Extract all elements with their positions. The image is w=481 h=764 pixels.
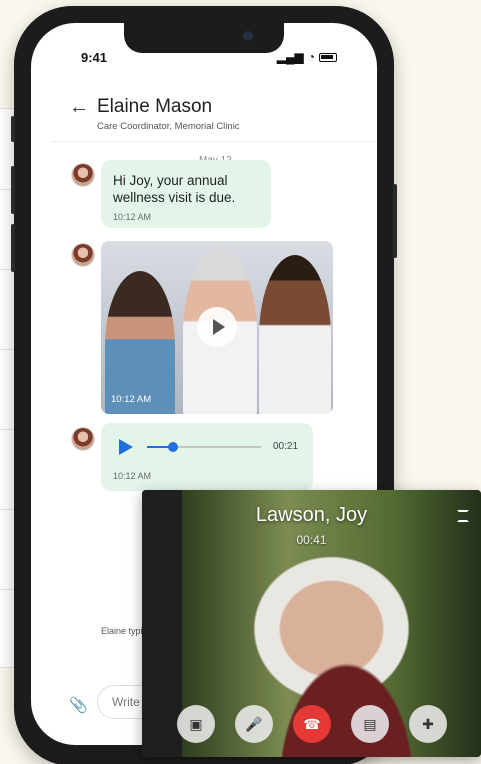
phone-button xyxy=(11,166,15,214)
status-icons: ▂▄▆ ◔ xyxy=(277,50,337,64)
audio-progress[interactable] xyxy=(147,442,261,452)
message-text: Hi Joy, your annual wellness visit is du… xyxy=(113,173,236,205)
audio-message: 00:21 10:12 AM xyxy=(101,423,313,491)
message-time: 10:12 AM xyxy=(111,394,152,405)
signal-icon: ▂▄▆ xyxy=(276,50,304,64)
message-time: 10:12 AM xyxy=(113,471,152,481)
message-bubble: Hi Joy, your annual wellness visit is du… xyxy=(101,160,271,228)
avatar xyxy=(71,427,95,451)
caller-name: Lawson, Joy xyxy=(255,504,368,526)
back-arrow-icon[interactable]: ← xyxy=(69,96,89,119)
video-person xyxy=(259,255,331,414)
phone-notch xyxy=(124,23,284,53)
battery-icon xyxy=(319,52,337,62)
camera-off-icon[interactable]: ▣ xyxy=(177,705,215,743)
play-icon[interactable] xyxy=(119,439,133,455)
wifi-icon: ◔ xyxy=(307,50,315,64)
avatar xyxy=(71,243,95,267)
call-timer: 00:41 xyxy=(296,533,327,547)
video-person xyxy=(105,271,175,414)
end-call-icon[interactable]: ☎ xyxy=(293,705,331,743)
status-time: 9:41 xyxy=(81,50,108,65)
video-call-window: Lawson, Joy 00:41 ▣ 🎤 ☎ ▤ ✚ xyxy=(142,490,481,757)
fullscreen-icon[interactable] xyxy=(457,510,469,522)
phone-button xyxy=(11,116,15,142)
camera-icon xyxy=(243,31,253,41)
mic-off-icon[interactable]: 🎤 xyxy=(235,705,273,743)
avatar xyxy=(71,163,95,187)
phone-button xyxy=(11,224,15,272)
add-person-icon[interactable]: ✚ xyxy=(409,705,447,743)
contact-subtitle: Care Coordinator, Memorial Clinic xyxy=(97,121,240,132)
typing-indicator: Elaine typic xyxy=(101,626,148,636)
play-icon[interactable] xyxy=(197,307,237,347)
audio-scrubber[interactable] xyxy=(168,442,179,452)
call-side-panel xyxy=(142,490,182,757)
audio-duration: 00:21 xyxy=(273,441,299,452)
chat-icon[interactable]: ▤ xyxy=(351,705,389,743)
video-message[interactable]: 10:12 AM xyxy=(101,241,333,414)
phone-button xyxy=(393,184,397,258)
header-divider xyxy=(51,141,377,142)
contact-name: Elaine Mason xyxy=(97,96,213,117)
paperclip-icon[interactable]: 📎 xyxy=(69,696,88,714)
message-time: 10:12 AM xyxy=(113,212,152,222)
